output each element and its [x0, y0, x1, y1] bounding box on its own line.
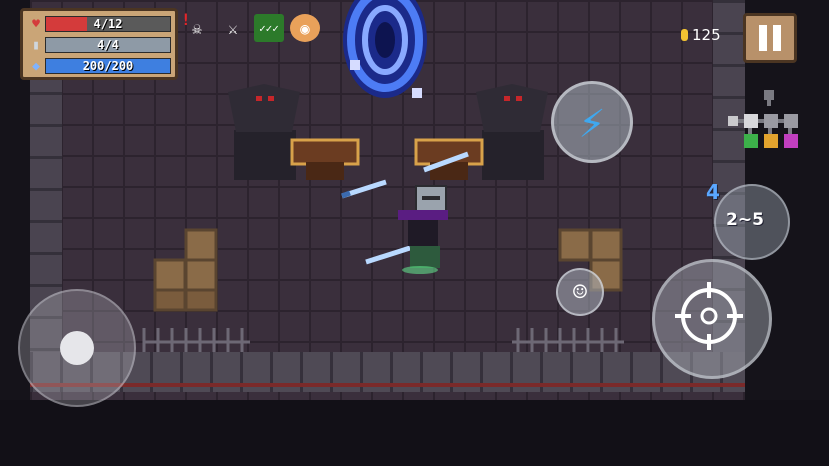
helmet-face-icon: ◉ [290, 14, 320, 42]
joystick-knob[interactable] [60, 331, 94, 365]
lightning-icon: ⚡ [578, 96, 606, 148]
sword-hand-icon: ⚔ [228, 18, 238, 38]
armor-bar: 4/4 [45, 37, 171, 53]
flying-sword [365, 245, 411, 265]
emote-button[interactable]: ☺ [556, 268, 604, 316]
game-scene: ♥ 4/12 ▮ 4/4 ◆ 200/200 ! ☠ ⚔ ✓✓✓ ◉ 125 ⚡… [0, 0, 829, 466]
health-value: 4/12 [93, 17, 123, 31]
health-bar: 4/12 [45, 16, 171, 32]
skull-creature-icon: ☠ [192, 18, 202, 38]
minimap [728, 90, 798, 148]
movement-joystick[interactable] [18, 289, 136, 407]
gargoyle-statue [228, 84, 300, 180]
flying-sword [341, 179, 387, 199]
weapon-energy-cost: 4 [706, 180, 720, 204]
skill-button[interactable]: ⚡ [551, 81, 633, 163]
pause-icon [759, 25, 767, 51]
shield-icon: ▮ [32, 37, 40, 53]
energy-bar: 200/200 [45, 58, 171, 74]
weapon-damage: 2~5 [726, 210, 764, 230]
treasure-chest[interactable] [290, 138, 360, 180]
diamond-icon: ◆ [32, 58, 40, 74]
heart-icon: ♥ [32, 16, 40, 32]
health-row: ♥ 4/12 [27, 14, 171, 34]
coin-counter: 125 [681, 26, 721, 44]
spike-fence [142, 328, 250, 352]
armor-value: 4/4 [97, 38, 119, 52]
portal [343, 0, 427, 98]
pause-icon-bar [773, 25, 781, 51]
attack-button[interactable] [652, 259, 772, 379]
spike-fence [512, 328, 624, 352]
energy-row: ◆ 200/200 [27, 56, 171, 76]
buff-row: ☠ ⚔ ✓✓✓ ◉ [182, 14, 320, 42]
crosshair-icon [675, 282, 743, 350]
smiley-icon: ☺ [572, 278, 588, 306]
barrel-stack [153, 228, 218, 312]
armor-row: ▮ 4/4 [27, 35, 171, 55]
pause-button[interactable] [743, 13, 797, 63]
green-checks-icon: ✓✓✓ [254, 14, 284, 42]
gargoyle-statue [476, 84, 548, 180]
knight-player-icon [398, 185, 448, 274]
player-stats-panel: ♥ 4/12 ▮ 4/4 ◆ 200/200 [20, 8, 178, 80]
energy-value: 200/200 [82, 59, 134, 73]
coin-value: 125 [692, 26, 721, 44]
coin-icon [681, 29, 688, 41]
